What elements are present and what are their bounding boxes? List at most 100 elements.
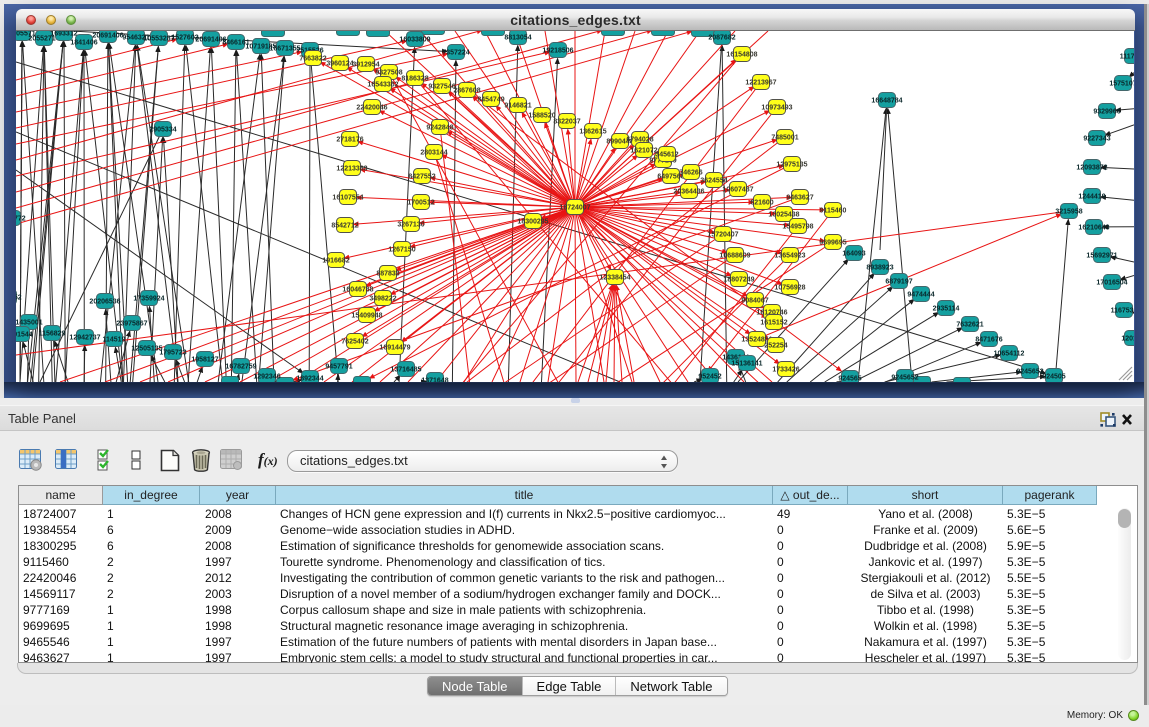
svg-text:391544: 391544 (16, 332, 33, 339)
svg-text:12505135: 12505135 (131, 346, 162, 353)
svg-text:16543362: 16543362 (367, 82, 398, 89)
svg-text:924505: 924505 (1042, 374, 1065, 381)
svg-text:1588520: 1588520 (528, 113, 555, 120)
svg-text:15136141: 15136141 (731, 361, 762, 368)
svg-text:7357224: 7357224 (442, 50, 469, 57)
svg-text:746266: 746266 (679, 170, 702, 177)
svg-text:1693312: 1693312 (50, 31, 77, 38)
svg-text:8454749: 8454749 (477, 97, 504, 104)
svg-text:2935114: 2935114 (933, 306, 960, 313)
svg-text:17016504: 17016504 (1096, 280, 1127, 287)
svg-text:1700512: 1700512 (407, 200, 434, 207)
svg-text:2087682: 2087682 (708, 35, 735, 42)
svg-text:9463627: 9463627 (786, 195, 813, 202)
svg-text:2867608: 2867608 (453, 88, 480, 95)
svg-text:15720407: 15720407 (707, 232, 738, 239)
svg-text:7625402: 7625402 (341, 339, 368, 346)
svg-text:1167530: 1167530 (1111, 308, 1134, 315)
svg-text:18807249: 18807249 (723, 277, 754, 284)
svg-text:3912954: 3912954 (352, 62, 379, 69)
svg-text:13654923: 13654923 (774, 253, 805, 260)
svg-text:12975135: 12975135 (776, 162, 807, 169)
svg-text:18724007: 18724007 (559, 205, 590, 212)
svg-text:16046788: 16046788 (342, 287, 373, 294)
svg-text:9329966: 9329966 (1093, 109, 1120, 116)
svg-text:621600: 621600 (750, 200, 773, 207)
svg-text:1292346: 1292346 (253, 374, 280, 381)
svg-text:10553287: 10553287 (143, 36, 174, 43)
svg-text:1621072: 1621072 (630, 148, 657, 155)
svg-text:7485001: 7485001 (771, 135, 798, 142)
svg-text:8186328: 8186328 (401, 76, 428, 83)
svg-text:9699695: 9699695 (819, 240, 846, 247)
svg-text:16033809: 16033809 (399, 37, 430, 44)
svg-text:12093872: 12093872 (1076, 165, 1107, 172)
svg-text:3215958: 3215958 (1055, 209, 1082, 216)
svg-text:22420046: 22420046 (356, 105, 387, 112)
svg-text:120103: 120103 (1121, 336, 1134, 343)
svg-text:9242848: 9242848 (426, 125, 453, 132)
svg-text:1733426: 1733426 (772, 367, 799, 374)
svg-text:16782759: 16782759 (225, 364, 256, 371)
svg-text:15495798: 15495798 (782, 224, 813, 231)
svg-text:18300295: 18300295 (517, 219, 548, 226)
svg-text:3498222: 3498222 (369, 296, 396, 303)
svg-text:345612: 345612 (655, 152, 678, 159)
svg-text:1916682: 1916682 (322, 258, 349, 265)
svg-text:1575107: 1575107 (1109, 81, 1134, 88)
svg-text:16914479: 16914479 (379, 345, 410, 352)
svg-text:1435001: 1435001 (16, 320, 43, 327)
svg-text:952452: 952452 (698, 374, 721, 381)
svg-text:1892344: 1892344 (296, 376, 323, 383)
svg-text:10025438: 10025438 (768, 212, 799, 219)
svg-text:19218506: 19218506 (542, 48, 573, 55)
svg-text:10607487: 10607487 (722, 187, 753, 194)
svg-text:1795723: 1795723 (159, 350, 186, 357)
svg-text:20691406: 20691406 (92, 33, 123, 40)
svg-text:6879197: 6879197 (885, 279, 912, 286)
svg-text:2905334: 2905334 (149, 127, 176, 134)
svg-text:1156829: 1156829 (39, 331, 66, 338)
svg-text:12338454: 12338454 (599, 275, 630, 282)
svg-text:9115460: 9115460 (820, 208, 847, 215)
svg-text:16210643: 16210643 (1078, 225, 1109, 232)
svg-text:8938923: 8938923 (866, 265, 893, 272)
svg-text:9327508: 9327508 (375, 70, 402, 77)
svg-text:3624554: 3624554 (700, 178, 727, 185)
svg-text:8427552: 8427552 (408, 174, 435, 181)
svg-text:9245652: 9245652 (1016, 369, 1043, 376)
svg-text:1615152: 1615152 (760, 320, 787, 327)
svg-text:1371648: 1371648 (421, 378, 448, 383)
svg-text:9084067: 9084067 (741, 298, 768, 305)
svg-text:20364436: 20364436 (673, 189, 704, 196)
svg-text:13716485: 13716485 (390, 367, 421, 374)
svg-text:15409948: 15409948 (351, 313, 382, 320)
svg-text:9227343: 9227343 (1083, 136, 1110, 143)
svg-text:2718176: 2718176 (336, 137, 363, 144)
svg-text:3960124: 3960124 (326, 61, 353, 68)
svg-text:1841406: 1841406 (70, 40, 97, 47)
svg-text:15692971: 15692971 (1086, 253, 1117, 260)
svg-text:9146821: 9146821 (504, 103, 531, 110)
svg-text:12213967: 12213967 (745, 80, 776, 87)
svg-text:20206536: 20206536 (89, 299, 120, 306)
svg-text:2626052: 2626052 (16, 295, 22, 302)
svg-text:10688609: 10688609 (719, 253, 750, 260)
svg-text:8813054: 8813054 (504, 35, 531, 42)
svg-text:8542712: 8542712 (331, 223, 358, 230)
svg-text:252254: 252254 (764, 343, 787, 350)
svg-text:924565: 924565 (838, 376, 861, 383)
svg-text:1958127: 1958127 (191, 357, 218, 364)
svg-text:8322037: 8322037 (553, 119, 580, 126)
svg-text:1841772: 1841772 (16, 216, 26, 223)
svg-text:7663822: 7663822 (299, 56, 326, 63)
svg-text:164093: 164093 (842, 251, 865, 258)
svg-text:10654112: 10654112 (994, 351, 1025, 358)
svg-text:7632621: 7632621 (956, 322, 983, 329)
svg-text:3267130: 3267130 (397, 222, 424, 229)
svg-text:9245652: 9245652 (891, 375, 918, 382)
svg-text:12213383: 12213383 (336, 166, 367, 173)
svg-text:8471676: 8471676 (975, 337, 1002, 344)
svg-text:1362615: 1362615 (579, 129, 606, 136)
svg-text:1267150: 1267150 (388, 247, 415, 254)
